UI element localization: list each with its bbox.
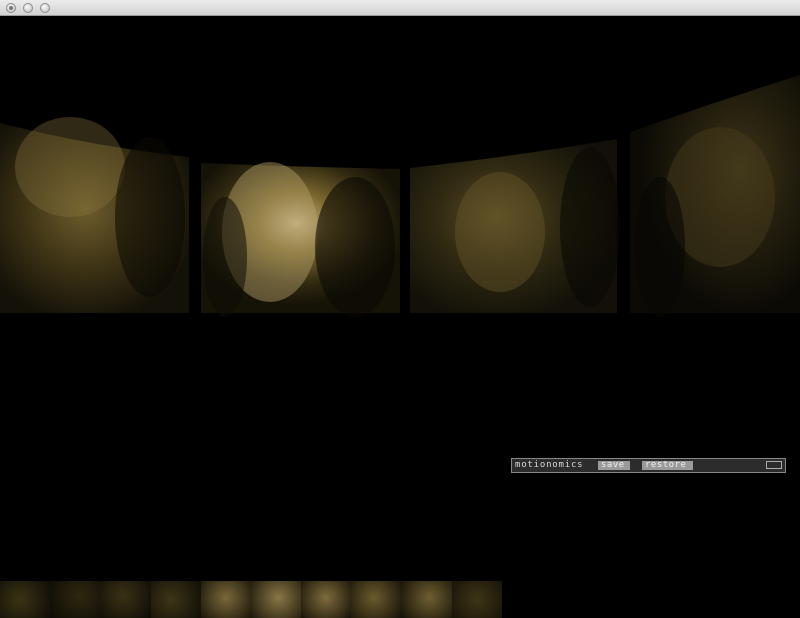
face-panel-3: [410, 139, 620, 313]
close-button[interactable]: [6, 3, 16, 13]
face-panel-2: [201, 162, 400, 317]
filmstrip-thumbnail[interactable]: [150, 581, 201, 618]
filmstrip-thumbnail[interactable]: [100, 581, 151, 618]
curved-panel-wall: [0, 75, 800, 317]
filmstrip-thumbnail[interactable]: [351, 581, 402, 618]
filmstrip-thumbnail[interactable]: [200, 581, 252, 618]
filmstrip-thumbnail[interactable]: [401, 581, 452, 618]
filmstrip-thumbnail[interactable]: [301, 581, 352, 618]
window-titlebar: [0, 0, 800, 16]
face-panel-4: [630, 75, 800, 317]
minimize-button[interactable]: [23, 3, 33, 13]
video-stage: motionomics save restore: [0, 17, 800, 618]
panel-toggle[interactable]: [766, 461, 782, 469]
filmstrip-thumbnail[interactable]: [0, 581, 51, 618]
filmstrip-thumbnail[interactable]: [50, 581, 101, 618]
filmstrip-thumbnail[interactable]: [251, 581, 302, 618]
motionomics-control-panel: motionomics save restore: [511, 458, 786, 473]
save-button[interactable]: save: [598, 461, 630, 470]
zoom-button[interactable]: [40, 3, 50, 13]
restore-button[interactable]: restore: [642, 461, 693, 470]
filmstrip-thumbnail[interactable]: [451, 581, 503, 618]
panel-title: motionomics: [515, 460, 584, 470]
filmstrip: [0, 581, 503, 618]
face-panel-1: [0, 117, 189, 313]
